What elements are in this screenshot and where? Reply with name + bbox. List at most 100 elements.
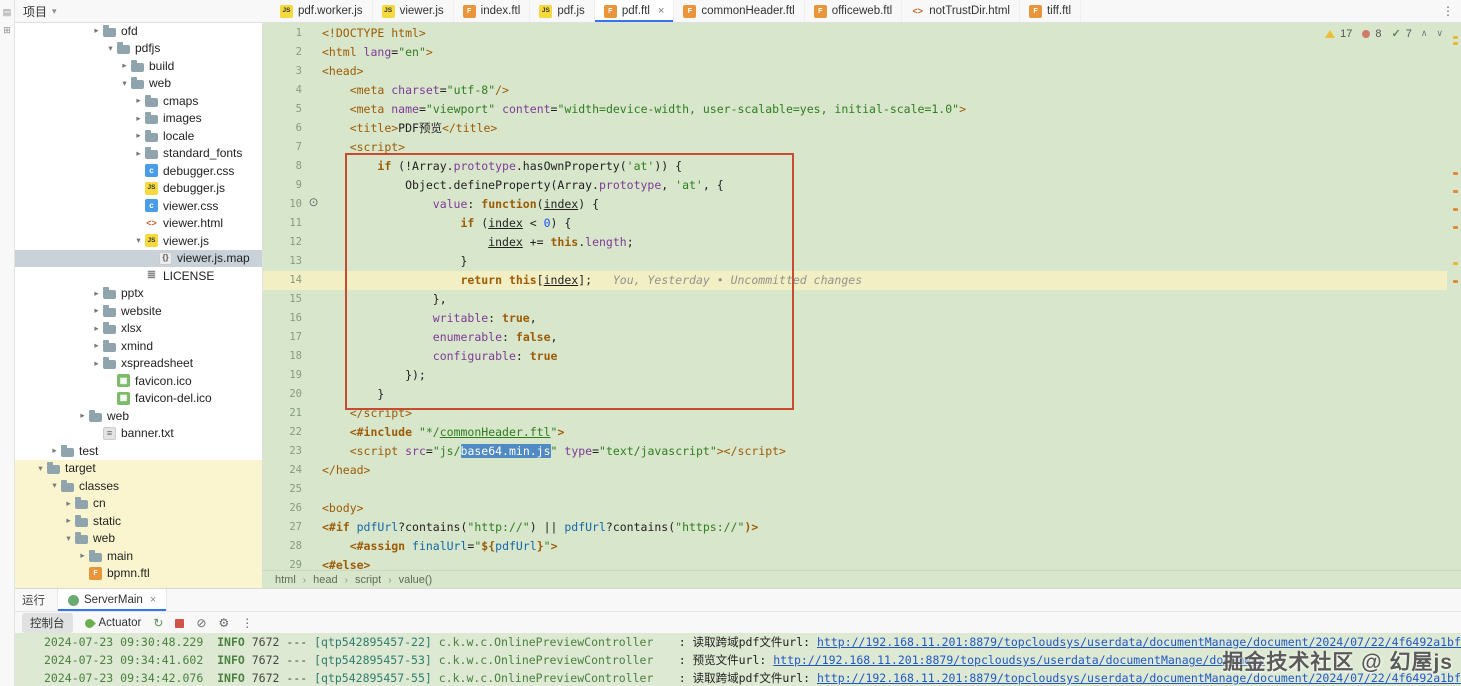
rerun-icon[interactable]: ↻ bbox=[153, 616, 163, 630]
chevron-icon[interactable]: ▸ bbox=[90, 305, 103, 316]
tree-item[interactable]: ▸website bbox=[14, 302, 262, 320]
line-number[interactable]: 12 bbox=[262, 233, 310, 252]
editor-tab[interactable]: <>notTrustDir.html bbox=[902, 0, 1020, 22]
chevron-icon[interactable]: ▸ bbox=[48, 445, 61, 456]
gutter-target-icon[interactable]: ⊙ bbox=[307, 196, 320, 209]
tree-item[interactable]: {}viewer.js.map bbox=[14, 250, 262, 268]
tree-item[interactable]: ≣LICENSE bbox=[14, 267, 262, 285]
tab-actuator[interactable]: Actuator bbox=[85, 617, 142, 629]
tree-item[interactable]: ▾target bbox=[14, 460, 262, 478]
line-number[interactable]: 28 bbox=[262, 537, 310, 556]
chevron-icon[interactable]: ▾ bbox=[118, 78, 131, 89]
line-number[interactable]: 24 bbox=[262, 461, 310, 480]
tree-item[interactable]: ▸web bbox=[14, 407, 262, 425]
project-tree-panel[interactable]: ▸ofd▾pdfjs▸build▾web▸cmaps▸images▸locale… bbox=[14, 22, 263, 588]
tree-item[interactable]: ▸xspreadsheet bbox=[14, 355, 262, 373]
editor-pane[interactable]: 1<!DOCTYPE html>2<html lang="en">3<head>… bbox=[262, 22, 1461, 570]
line-number[interactable]: 20 bbox=[262, 385, 310, 404]
chevron-icon[interactable]: ▾ bbox=[62, 533, 75, 544]
project-panel-header[interactable]: 项目 ▾ bbox=[14, 0, 271, 22]
tree-item[interactable]: ▾classes bbox=[14, 477, 262, 495]
chevron-icon[interactable]: ▸ bbox=[90, 340, 103, 351]
chevron-icon[interactable]: ▾ bbox=[48, 480, 61, 491]
line-number[interactable]: 1 bbox=[262, 24, 310, 43]
next-issue-icon[interactable]: ∨ bbox=[1436, 28, 1443, 39]
tree-item[interactable]: ≡banner.txt bbox=[14, 425, 262, 443]
chevron-icon[interactable]: ▸ bbox=[132, 148, 145, 159]
chevron-icon[interactable]: ▸ bbox=[76, 550, 89, 561]
tree-item[interactable]: ▾web bbox=[14, 75, 262, 93]
tree-item[interactable]: cdebugger.css bbox=[14, 162, 262, 180]
line-number[interactable]: 27 bbox=[262, 518, 310, 537]
more-icon[interactable]: ⋮ bbox=[241, 616, 253, 630]
chevron-icon[interactable]: ▸ bbox=[132, 113, 145, 124]
line-number[interactable]: 21 bbox=[262, 404, 310, 423]
line-number[interactable]: 3 bbox=[262, 62, 310, 81]
line-number[interactable]: 13 bbox=[262, 252, 310, 271]
line-number[interactable]: 25 bbox=[262, 480, 310, 499]
tree-item[interactable]: ▸test bbox=[14, 442, 262, 460]
tree-item[interactable]: ▾pdfjs bbox=[14, 40, 262, 58]
line-number[interactable]: 5 bbox=[262, 100, 310, 119]
editor-tab[interactable]: Findex.ftl bbox=[454, 0, 531, 22]
run-tab-servermain[interactable]: ServerMain × bbox=[57, 589, 167, 611]
kebab-menu-icon[interactable]: ⋮ bbox=[1435, 4, 1461, 18]
tree-item[interactable]: ▦favicon-del.ico bbox=[14, 390, 262, 408]
editor-tab[interactable]: JSpdf.worker.js bbox=[271, 0, 373, 22]
chevron-icon[interactable]: ▸ bbox=[118, 60, 131, 71]
line-number[interactable]: 26 bbox=[262, 499, 310, 518]
tree-item[interactable]: ▾web bbox=[14, 530, 262, 548]
line-number[interactable]: 10 bbox=[262, 195, 310, 214]
editor-tab[interactable]: Ftiff.ftl bbox=[1020, 0, 1081, 22]
chevron-icon[interactable]: ▸ bbox=[62, 515, 75, 526]
tree-item[interactable]: ▸cmaps bbox=[14, 92, 262, 110]
tree-item[interactable]: ▸static bbox=[14, 512, 262, 530]
tree-item[interactable]: ▾JSviewer.js bbox=[14, 232, 262, 250]
project-tool-icon[interactable]: ⊞ bbox=[0, 25, 14, 36]
tree-item[interactable]: <>viewer.html bbox=[14, 215, 262, 233]
prev-issue-icon[interactable]: ∧ bbox=[1421, 28, 1428, 39]
chevron-icon[interactable]: ▾ bbox=[132, 235, 145, 246]
editor-tab[interactable]: JSviewer.js bbox=[373, 0, 454, 22]
line-number[interactable]: 18 bbox=[262, 347, 310, 366]
settings-icon[interactable]: ⚙ bbox=[218, 616, 229, 630]
line-number[interactable]: 22 bbox=[262, 423, 310, 442]
inspections-widget[interactable]: 17 8 ✓ 7 ∧ ∨ bbox=[1325, 27, 1443, 40]
line-number[interactable]: 15 bbox=[262, 290, 310, 309]
tree-item[interactable]: ▸standard_fonts bbox=[14, 145, 262, 163]
line-number[interactable]: 23 bbox=[262, 442, 310, 461]
stop-icon[interactable] bbox=[175, 619, 184, 628]
line-number[interactable]: 16 bbox=[262, 309, 310, 328]
editor-tab[interactable]: Fpdf.ftl× bbox=[595, 0, 675, 22]
tree-item[interactable]: ▸locale bbox=[14, 127, 262, 145]
chevron-icon[interactable]: ▸ bbox=[62, 498, 75, 509]
line-number[interactable]: 17 bbox=[262, 328, 310, 347]
tree-item[interactable]: ▸ofd bbox=[14, 22, 262, 40]
line-number[interactable]: 6 bbox=[262, 119, 310, 138]
chevron-icon[interactable]: ▾ bbox=[104, 43, 117, 54]
chevron-icon[interactable]: ▸ bbox=[90, 288, 103, 299]
line-number[interactable]: 9 bbox=[262, 176, 310, 195]
run-panel-title[interactable]: 运行 bbox=[22, 592, 45, 608]
breadcrumb-item[interactable]: script bbox=[355, 574, 381, 586]
tree-item[interactable]: ▸xmind bbox=[14, 337, 262, 355]
breadcrumb-item[interactable]: head bbox=[313, 574, 337, 586]
chevron-icon[interactable]: ▾ bbox=[34, 463, 47, 474]
menu-icon[interactable]: ▤ bbox=[0, 7, 14, 18]
line-number[interactable]: 2 bbox=[262, 43, 310, 62]
line-number[interactable]: 11 bbox=[262, 214, 310, 233]
tree-item[interactable]: Fbpmn.ftl bbox=[14, 565, 262, 583]
tree-item[interactable]: ▸images bbox=[14, 110, 262, 128]
tree-item[interactable]: JSdebugger.js bbox=[14, 180, 262, 198]
chevron-icon[interactable]: ▸ bbox=[76, 410, 89, 421]
line-number[interactable]: 8 bbox=[262, 157, 310, 176]
editor-tab[interactable]: Fofficeweb.ftl bbox=[805, 0, 903, 22]
scrollbar[interactable] bbox=[1449, 22, 1461, 570]
close-icon[interactable]: × bbox=[150, 594, 156, 606]
close-icon[interactable]: × bbox=[658, 5, 664, 17]
tree-item[interactable]: ▸xlsx bbox=[14, 320, 262, 338]
editor-tab[interactable]: FcommonHeader.ftl bbox=[674, 0, 804, 22]
tab-console[interactable]: 控制台 bbox=[22, 613, 73, 633]
tree-item[interactable]: ▸pptx bbox=[14, 285, 262, 303]
chevron-icon[interactable]: ▸ bbox=[90, 358, 103, 369]
